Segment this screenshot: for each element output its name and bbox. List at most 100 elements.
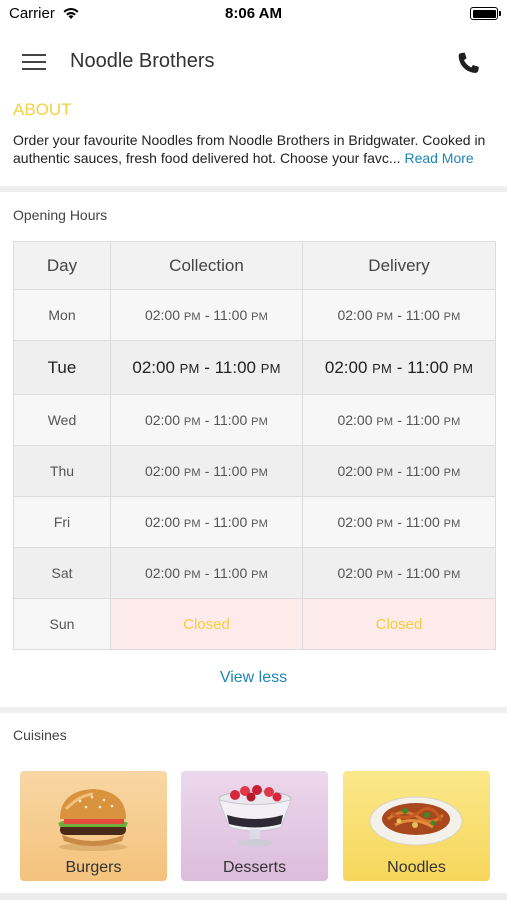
delivery-hours-cell: 02:00 PM - 11:00 PM [302, 547, 496, 599]
collection-close-time: 11:00 [213, 412, 248, 428]
pm-label: PM [376, 311, 394, 323]
pm-label: PM [376, 467, 394, 479]
collection-hours-cell: 02:00 PM - 11:00 PM [110, 289, 303, 341]
dash: - [396, 357, 403, 377]
delivery-open-time: 02:00 [337, 307, 373, 323]
column-header-collection: Collection [110, 241, 303, 290]
pm-label: PM [251, 311, 269, 323]
divider [0, 186, 507, 192]
collection-close-time: 11:00 [214, 357, 256, 377]
collection-close-time: 11:00 [213, 463, 248, 479]
table-row: Mon 02:00 PM - 11:00 PM 02:00 PM - 11:00… [13, 289, 496, 341]
dash: - [204, 514, 210, 530]
cuisine-label: Noodles [387, 859, 446, 876]
pm-label: PM [179, 360, 200, 376]
delivery-open-time: 02:00 [337, 463, 373, 479]
dash: - [397, 565, 402, 581]
status-bar: Carrier 8:06 AM [0, 0, 507, 30]
collection-hours-cell: 02:00 PM - 11:00 PM [110, 394, 303, 446]
column-header-day: Day [13, 241, 111, 290]
delivery-open-time: 02:00 [337, 565, 373, 581]
collection-close-time: 11:00 [213, 307, 248, 323]
collection-hours-cell: 02:00 PM - 11:00 PM [110, 547, 303, 599]
pm-label: PM [453, 360, 474, 376]
opening-hours-label: Opening Hours [13, 207, 108, 223]
pm-label: PM [251, 467, 269, 479]
pm-label: PM [443, 518, 461, 530]
day-cell: Sun [13, 598, 111, 650]
pm-label: PM [376, 518, 394, 530]
battery-icon [470, 7, 501, 20]
table-row: Thu 02:00 PM - 11:00 PM 02:00 PM - 11:00… [13, 445, 496, 497]
view-less-link[interactable]: View less [0, 669, 507, 687]
dash: - [397, 307, 402, 323]
dash: - [204, 565, 210, 581]
day-cell: Sat [13, 547, 111, 599]
table-row-today: Tue 02:00 PM - 11:00 PM 02:00 PM - 11:00… [13, 340, 496, 395]
delivery-hours-cell: 02:00 PM - 11:00 PM [302, 445, 496, 497]
day-cell: Mon [13, 289, 111, 341]
pm-label: PM [183, 569, 201, 581]
pm-label: PM [443, 569, 461, 581]
delivery-close-time: 11:00 [405, 412, 440, 428]
dash: - [204, 357, 210, 377]
delivery-close-time: 11:00 [405, 514, 440, 530]
delivery-close-time: 11:00 [405, 307, 440, 323]
hamburger-menu-icon[interactable] [22, 52, 48, 74]
table-row: Fri 02:00 PM - 11:00 PM 02:00 PM - 11:00… [13, 496, 496, 548]
dash: - [397, 514, 402, 530]
table-header-row: Day Collection Delivery [13, 241, 496, 290]
pm-label: PM [260, 360, 281, 376]
table-row: Sat 02:00 PM - 11:00 PM 02:00 PM - 11:00… [13, 547, 496, 599]
collection-open-time: 02:00 [144, 463, 180, 479]
pm-label: PM [251, 416, 269, 428]
delivery-open-time: 02:00 [324, 357, 368, 377]
noodles-image [369, 796, 463, 846]
read-more-link[interactable]: Read More [404, 150, 473, 166]
about-section: ABOUT Order your favourite Noodles from … [0, 98, 507, 186]
collection-open-time: 02:00 [144, 412, 180, 428]
about-title: ABOUT [13, 100, 72, 119]
delivery-hours-cell: 02:00 PM - 11:00 PM [302, 394, 496, 446]
about-text: Order your favourite Noodles from Noodle… [13, 131, 503, 167]
delivery-hours-cell: 02:00 PM - 11:00 PM [302, 289, 496, 341]
collection-closed-cell: Closed [110, 598, 303, 650]
column-header-delivery: Delivery [302, 241, 496, 290]
dash: - [204, 307, 210, 323]
burger-image [58, 789, 128, 851]
table-row: Wed 02:00 PM - 11:00 PM 02:00 PM - 11:00… [13, 394, 496, 446]
pm-label: PM [183, 518, 201, 530]
day-cell: Tue [13, 340, 111, 395]
delivery-hours-cell: 02:00 PM - 11:00 PM [302, 496, 496, 548]
page-title: Noodle Brothers [70, 50, 215, 72]
collection-open-time: 02:00 [144, 514, 180, 530]
collection-open-time: 02:00 [144, 565, 180, 581]
pm-label: PM [443, 467, 461, 479]
delivery-open-time: 02:00 [337, 514, 373, 530]
opening-hours-table: Day Collection Delivery Mon 02:00 PM - 1… [13, 241, 496, 650]
pm-label: PM [251, 569, 269, 581]
table-row: Sun Closed Closed [13, 598, 496, 650]
collection-close-time: 11:00 [213, 565, 248, 581]
collection-hours-cell: 02:00 PM - 11:00 PM [110, 340, 303, 395]
pm-label: PM [183, 416, 201, 428]
cuisine-card-noodles[interactable]: Noodles [343, 771, 490, 881]
dessert-image [218, 785, 292, 847]
delivery-close-time: 11:00 [405, 565, 440, 581]
cuisine-label: Burgers [65, 859, 122, 876]
pm-label: PM [376, 569, 394, 581]
cuisines-label: Cuisines [13, 727, 67, 743]
collection-hours-cell: 02:00 PM - 11:00 PM [110, 445, 303, 497]
day-cell: Fri [13, 496, 111, 548]
pm-label: PM [372, 360, 393, 376]
dash: - [397, 412, 402, 428]
pm-label: PM [183, 467, 201, 479]
day-cell: Thu [13, 445, 111, 497]
pm-label: PM [183, 311, 201, 323]
dash: - [204, 412, 210, 428]
header: Noodle Brothers [0, 30, 507, 98]
cuisine-card-desserts[interactable]: Desserts [181, 771, 328, 881]
delivery-hours-cell: 02:00 PM - 11:00 PM [302, 340, 496, 395]
phone-icon[interactable] [454, 50, 482, 78]
cuisine-card-burgers[interactable]: Burgers [20, 771, 167, 881]
